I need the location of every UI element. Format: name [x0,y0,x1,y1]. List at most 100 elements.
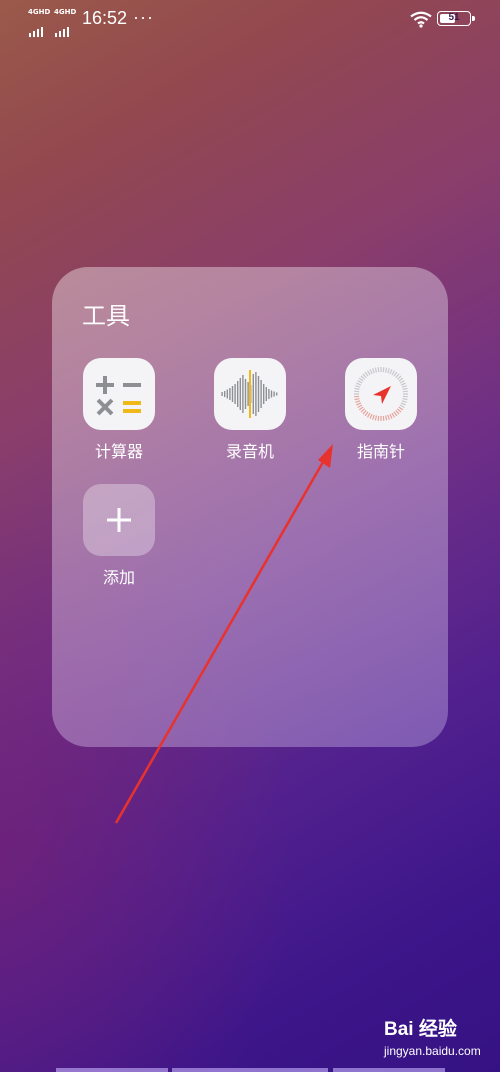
compass-tick [356,382,362,386]
compass-icon[interactable] [345,358,417,430]
compass-tick [366,370,371,376]
app-compass[interactable]: 指南针 [344,358,418,462]
network-type-label-2: 4GHD [54,8,77,16]
compass-tick [354,387,360,391]
compass-tick [387,414,390,420]
wifi-icon [410,11,432,28]
waveform-bar [260,380,262,408]
compass-tick [391,370,396,376]
waveform-bar [276,392,278,396]
waveform-bar [224,391,226,397]
compass-tick [384,415,388,421]
compass-tick [369,369,373,375]
waveform-bar [263,384,265,404]
compass-tick [360,408,366,413]
compass-tick [362,373,367,379]
waveform-bar [252,374,254,414]
watermark-site: jingyan.baidu.com [384,1044,481,1058]
waveform-cursor [249,370,251,418]
compass-tick [402,390,408,393]
compass-tick [400,402,406,406]
compass-tick [357,404,363,409]
compass-tick [356,402,362,406]
compass-tick [357,379,363,384]
compass-tick [402,387,408,391]
compass-tick [372,368,375,374]
compass-tick [395,373,400,379]
dock-strip [172,1068,328,1072]
waveform-bar [273,391,275,397]
compass-tick [398,406,404,411]
compass-tick [396,375,402,380]
compass-tick [364,411,369,417]
compass-tick [377,415,380,421]
folder-title[interactable]: 工具 [82,296,130,331]
add-app-button[interactable]: 添加 [82,484,156,588]
compass-tick [354,390,360,393]
compass-tick [402,397,408,401]
waveform-bar [265,387,267,401]
app-recorder[interactable]: 录音机 [213,358,287,462]
waveform-bar [242,375,244,413]
waveform-bar [234,384,236,404]
app-label: 计算器 [94,442,143,461]
cellular-signal-icon: 4GHD [28,8,52,37]
compass-tick [354,395,360,398]
compass-tick [398,377,404,382]
compass-tick [393,371,398,377]
clock: 16:52 [82,8,128,28]
waveform-bar [255,372,257,416]
compass-tick [395,409,400,415]
waveform-bar [231,386,234,402]
compass-tick [391,412,396,418]
waveform-bar [221,392,223,396]
waveform-bar [239,378,241,410]
compass-tick [400,382,406,386]
waveform-bar [268,389,270,399]
compass-tick [401,385,407,388]
compass-tick [399,379,405,384]
waveform-bar [257,376,260,412]
compass-tick [358,377,364,382]
app-label: 录音机 [225,442,274,461]
compass-tick [399,404,405,409]
waveform-bar [244,379,247,409]
waveform-bar [229,388,231,400]
waveform-bar [270,390,273,398]
watermark-logo: Bai 经验 [384,1019,457,1040]
compass-tick [374,415,378,421]
recorder-icon[interactable] [214,358,286,430]
more-notifications-icon: ··· [133,7,154,27]
compass-tick [401,400,407,403]
compass-tick [389,369,393,375]
compass-tick [364,371,369,377]
compass-tick [393,411,398,417]
app-label: 指南针 [356,442,405,461]
dock-strip [333,1068,445,1072]
app-calculator[interactable]: 计算器 [82,358,156,462]
waveform-bar [237,381,239,407]
compass-tick [355,400,361,403]
compass-tick [382,415,385,421]
compass-tick [389,413,393,419]
battery-percent: 51 [448,12,460,23]
battery-icon: 51 [437,11,475,26]
compass-tick [366,412,371,418]
compass-tick [362,409,367,415]
compass-tick [377,367,380,373]
compass-tick [369,413,373,419]
compass-tick [384,367,388,373]
compass-tick [374,367,378,373]
calculator-icon[interactable] [83,358,155,430]
baidu-watermark: Bai 经验 jingyan.baidu.com [384,1014,494,1062]
compass-tick [387,368,390,374]
compass-tick [354,397,360,401]
compass-tick [360,375,366,380]
waveform-bar [226,389,228,399]
compass-tick [358,406,364,411]
status-bar: 4GHD 4GHD 16:52 ··· 51 [0,0,500,40]
plus-icon[interactable] [83,484,155,556]
compass-tick [396,408,402,413]
compass-tick [355,385,361,388]
waveform-bar [247,382,249,406]
